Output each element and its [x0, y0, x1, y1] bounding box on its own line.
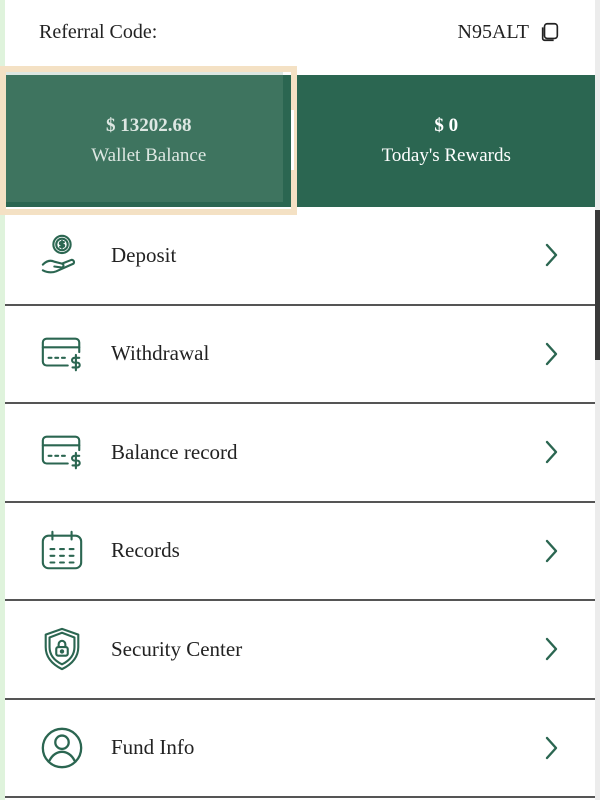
balance-divider — [291, 110, 294, 170]
card-dollar-icon — [41, 435, 81, 470]
wallet-label: Wallet Balance — [91, 145, 207, 166]
rewards-amount: $ 0 — [434, 115, 459, 136]
menu-item-balance-record[interactable]: Balance record — [5, 404, 595, 503]
chevron-right-icon — [545, 539, 558, 562]
menu-item-records[interactable]: Records — [5, 503, 595, 601]
chevron-right-icon — [545, 244, 558, 267]
calendar-icon — [41, 530, 83, 570]
menu-item-label: Balance record — [111, 439, 238, 464]
shield-lock-icon — [44, 628, 80, 671]
menu-list: Deposit Withdrawal Balance record Record… — [5, 207, 595, 798]
balance-band: $ 13202.68 Wallet Balance $ 0 Today's Re… — [0, 75, 595, 207]
card-dollar-icon — [41, 337, 81, 372]
menu-item-security-center[interactable]: Security Center — [5, 601, 595, 700]
referral-code: N95ALT — [457, 20, 529, 43]
copy-icon[interactable] — [539, 21, 561, 43]
menu-item-label: Security Center — [111, 636, 243, 661]
referral-row: Referral Code: N95ALT — [5, 0, 595, 64]
menu-item-label: Withdrawal — [111, 341, 210, 366]
right-edge-shadow — [595, 210, 600, 360]
chevron-right-icon — [545, 736, 558, 759]
rewards-label: Today's Rewards — [381, 145, 511, 166]
chevron-right-icon — [545, 638, 558, 661]
menu-item-label: Fund Info — [111, 735, 195, 760]
referral-label: Referral Code: — [39, 20, 158, 43]
coin-hand-icon — [41, 235, 75, 274]
wallet-amount: $ 13202.68 — [106, 115, 192, 136]
right-edge — [595, 0, 600, 800]
chevron-right-icon — [545, 441, 558, 464]
wallet-balance-card[interactable]: $ 13202.68 Wallet Balance — [0, 75, 298, 207]
chevron-right-icon — [545, 342, 558, 365]
menu-item-deposit[interactable]: Deposit — [5, 207, 595, 306]
menu-item-label: Records — [111, 538, 180, 563]
menu-item-label: Deposit — [111, 242, 177, 267]
rewards-card[interactable]: $ 0 Today's Rewards — [298, 75, 596, 207]
menu-item-fund-info[interactable]: Fund Info — [5, 700, 595, 798]
menu-item-withdrawal[interactable]: Withdrawal — [5, 306, 595, 404]
referral-code-group[interactable]: N95ALT — [458, 21, 561, 44]
user-circle-icon — [41, 727, 83, 769]
